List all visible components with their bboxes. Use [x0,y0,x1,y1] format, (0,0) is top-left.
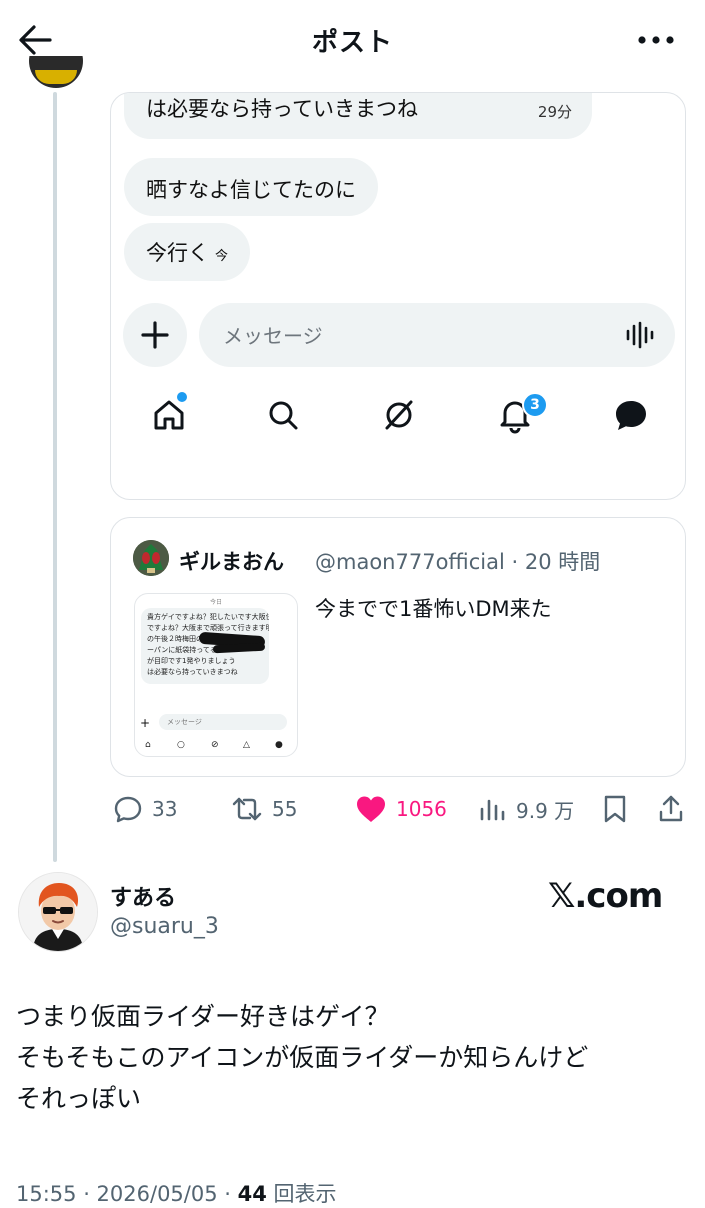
more-options-button[interactable] [632,26,680,54]
reply-text: つまり仮面ライダー好きはゲイ？ そもそもこのアイコンが仮面ライダーか知らんけど … [16,996,696,1119]
repost-count: 55 [272,797,298,821]
message-input: メッセージ [199,303,675,367]
quoted-post-image[interactable]: 今日 貴方ゲイですよね？犯したいです大阪住み ですよね？大阪まで頑張って行きます… [134,593,298,757]
separator-dot: · [504,550,525,574]
voice-icon [625,320,657,350]
more-icon [638,36,674,44]
view-count: 9.9 万 [516,798,575,823]
page-title: ポスト [311,28,393,58]
message-time: 今 [215,249,229,264]
thumbnail-line: 貴方ゲイですよね？犯したいです大阪住み [147,613,269,621]
parent-avatar[interactable] [29,56,83,92]
thumbnail-plus-icon: + [140,716,151,730]
reply-text-line: そもそもこのアイコンが仮面ライダーか知らんけど [16,1043,589,1072]
thumbnail-bell-icon: △ [243,740,250,750]
thumbnail-home-icon: ⌂ [145,740,151,750]
post-metadata: 15:55 · 2026/05/05 · 44 回表示 [16,1178,337,1208]
share-button[interactable] [656,793,694,825]
reply-button[interactable]: 33 [112,793,177,825]
reply-text-line: それっぽい [16,1084,142,1113]
repost-icon [232,797,262,821]
message-bubble: 晒すなよ信じてたのに [124,158,378,216]
like-button[interactable]: 1056 [354,793,447,825]
message-text: 今行く [146,241,209,265]
quoted-author-name: ギルまおん [179,550,284,574]
message-bubble: 今行く今 [124,223,251,281]
message-bubble: は必要なら持っていきまつね 29分 [124,93,592,139]
quoted-post[interactable]: ギルまおん @maon777official · 20 時間 今までで1番怖いD… [110,517,686,777]
analytics-icon [480,799,505,821]
quoted-post-time: 20 時間 [524,550,601,574]
post-view-label: 回表示 [266,1182,337,1206]
reply-author-name: すある [110,886,177,911]
x-com-watermark: 𝕏.com [548,876,663,916]
share-icon [659,795,683,822]
unread-dot [175,390,189,404]
grok-icon [379,395,419,435]
attached-image[interactable]: は必要なら持っていきまつね 29分 晒すなよ信じてたのに 今行く今 メッセージ … [110,92,686,500]
repost-button[interactable]: 55 [230,793,297,825]
reply-author-avatar[interactable] [18,872,98,952]
quoted-post-text: 今までで1番怖いDM来た [315,597,552,621]
message-text: は必要なら持っていきまつね [146,97,418,121]
reply-author-handle: @suaru_3 [110,914,219,939]
reply-count: 33 [152,797,178,821]
quoted-author-avatar[interactable] [133,540,169,576]
message-time: 29分 [537,103,572,121]
messages-icon [611,395,651,435]
plus-icon [141,321,169,349]
thumbnail-messages-icon: ● [275,740,283,750]
bookmark-button[interactable] [600,793,638,825]
thumbnail-line: は必要なら持っていきまつね [147,668,238,676]
quoted-author-meta: @maon777official · 20 時間 [315,546,600,576]
reply-icon [114,796,142,823]
post-timestamp: 15:55 · 2026/05/05 · [16,1182,238,1206]
heart-filled-icon [357,796,385,822]
reply-text-line: つまり仮面ライダー好きはゲイ？ [16,1002,390,1031]
bookmark-icon [604,795,626,823]
like-count: 1056 [396,797,447,821]
thumbnail-date-label: 今日 [209,599,222,606]
views-button[interactable]: 9.9 万 [478,793,574,825]
add-attachment-button [123,303,187,367]
thumbnail-grok-icon: ⊘ [211,740,219,750]
search-icon [263,395,303,435]
message-text: 晒すなよ信じてたのに [146,178,356,202]
thumbnail-search-icon: ○ [177,740,185,750]
thumbnail-message-input: メッセージ [159,714,287,730]
quoted-author-handle: @maon777official [315,550,505,574]
post-view-count: 44 [237,1182,267,1206]
thread-line [53,92,57,862]
notification-badge: 3 [522,392,548,418]
thumbnail-line: が目印です1発やりましょう [147,657,236,665]
